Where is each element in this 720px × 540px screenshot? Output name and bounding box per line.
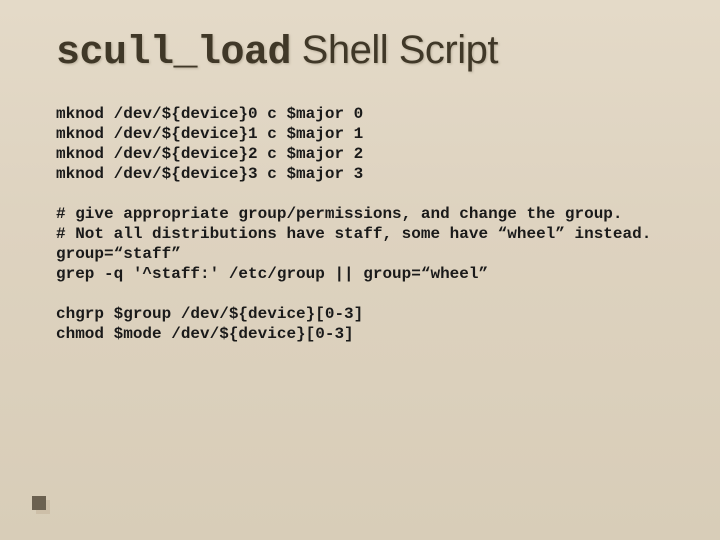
slide-decoration-icon <box>32 496 46 510</box>
code-block-mknod: mknod /dev/${device}0 c $major 0 mknod /… <box>56 104 664 184</box>
slide-title: scull_load Shell Script <box>56 28 664 76</box>
title-rest: Shell Script <box>291 28 498 72</box>
slide: scull_load Shell Script mknod /dev/${dev… <box>0 0 720 540</box>
code-block-chgrp: chgrp $group /dev/${device}[0-3] chmod $… <box>56 304 664 344</box>
title-code-part: scull_load <box>56 31 291 76</box>
code-block-group: # give appropriate group/permissions, an… <box>56 204 664 284</box>
